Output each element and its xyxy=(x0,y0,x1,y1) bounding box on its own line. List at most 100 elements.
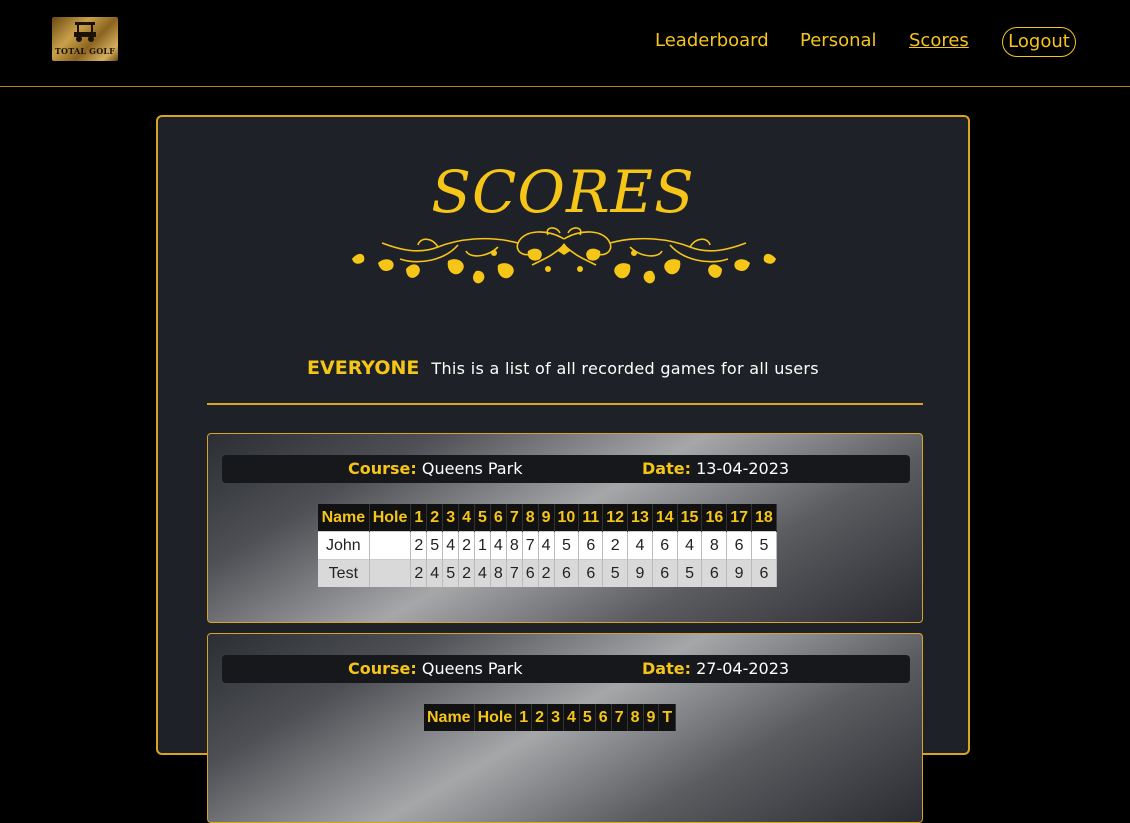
scores-panel: SCORES EVERYONE This is a list of all re… xyxy=(156,115,970,823)
hole-cell xyxy=(369,531,412,560)
column-header: 16 xyxy=(701,504,728,532)
score-cell: 7 xyxy=(506,559,523,587)
score-cell: 5 xyxy=(554,531,580,560)
course-label: Course: xyxy=(348,459,417,478)
column-header: 1 xyxy=(410,504,428,532)
score-cell: 2 xyxy=(458,559,475,587)
score-cell: 6 xyxy=(578,559,604,587)
score-cell: 2 xyxy=(410,559,428,587)
column-header: 17 xyxy=(726,504,753,532)
scorecard-header-row: Name Hole 1 2 3 4 5 6 7 8 9 T xyxy=(424,704,677,731)
course-info: Course: Queens Park xyxy=(348,655,522,683)
player-name-cell: John xyxy=(318,531,370,560)
score-cell: 7 xyxy=(522,531,539,560)
score-cell: 4 xyxy=(490,531,507,560)
logout-button[interactable]: Logout xyxy=(1002,27,1076,57)
score-cell: 4 xyxy=(474,559,491,587)
score-cell: 2 xyxy=(458,531,475,560)
column-header: 6 xyxy=(595,704,612,731)
date-info: Date: 27-04-2023 xyxy=(642,655,789,683)
column-header: Hole xyxy=(369,504,412,532)
score-cell: 4 xyxy=(426,559,444,587)
column-header: 10 xyxy=(554,504,580,532)
score-cell: 6 xyxy=(522,559,539,587)
score-cell: 5 xyxy=(751,531,777,560)
course-label: Course: xyxy=(348,659,417,678)
filter-description: This is a list of all recorded games for… xyxy=(431,359,819,378)
scorecard-header-row: Name Hole 1 2 3 4 5 6 7 8 9 10 11 12 13 14 15 16 17 18 xyxy=(318,504,777,532)
column-header: 14 xyxy=(652,504,678,532)
column-header: Hole xyxy=(474,704,517,731)
game-header: Course: Queens Park Date: 27-04-2023 xyxy=(222,655,910,683)
scorecard-table: Name Hole 1 2 3 4 5 6 7 8 9 T xyxy=(424,704,677,731)
column-header: T xyxy=(658,704,677,731)
score-cell: 4 xyxy=(627,531,653,560)
column-header: 11 xyxy=(578,504,604,532)
game-date: 27-04-2023 xyxy=(696,659,790,678)
score-cell: 1 xyxy=(474,531,491,560)
column-header: 18 xyxy=(751,504,777,532)
score-cell: 5 xyxy=(426,531,444,560)
nav-scores-link[interactable]: Scores xyxy=(909,30,969,52)
page-title: SCORES xyxy=(431,158,695,226)
top-navbar: TOTAL GOLF Leaderboard Personal Scores L… xyxy=(0,0,1130,87)
hole-cell xyxy=(369,559,412,587)
course-name: Queens Park xyxy=(421,459,523,478)
column-header: 15 xyxy=(677,504,703,532)
date-label: Date: xyxy=(642,459,691,478)
score-cell: 4 xyxy=(442,531,460,560)
score-cell: 9 xyxy=(726,559,753,587)
score-cell: 6 xyxy=(701,559,728,587)
column-header: 9 xyxy=(538,504,555,532)
column-header: 4 xyxy=(563,704,580,731)
score-cell: 6 xyxy=(652,559,678,587)
score-cell: 8 xyxy=(701,531,728,560)
game-card: Course: Queens Park Date: 13-04-2023 Nam… xyxy=(207,433,923,623)
score-cell: 6 xyxy=(652,531,678,560)
game-date: 13-04-2023 xyxy=(696,459,790,478)
table-row: Test 2 4 5 2 4 8 7 6 2 6 6 5 9 6 5 6 9 6 xyxy=(318,559,777,587)
column-header: 8 xyxy=(627,704,644,731)
score-cell: 6 xyxy=(554,559,580,587)
column-header: 4 xyxy=(458,504,475,532)
score-cell: 2 xyxy=(538,559,555,587)
flourish-ornament-icon xyxy=(352,227,776,284)
game-card: Course: Queens Park Date: 27-04-2023 Nam… xyxy=(207,633,923,823)
game-header: Course: Queens Park Date: 13-04-2023 xyxy=(222,455,910,483)
player-name-cell: Test xyxy=(318,559,370,587)
column-header: 13 xyxy=(627,504,653,532)
column-header: 5 xyxy=(579,704,596,731)
score-cell: 2 xyxy=(410,531,428,560)
filter-label: EVERYONE xyxy=(307,357,420,379)
column-header: 8 xyxy=(522,504,539,532)
score-cell: 4 xyxy=(677,531,703,560)
score-cell: 6 xyxy=(751,559,777,587)
column-header: 1 xyxy=(515,704,533,731)
column-header: 5 xyxy=(474,504,491,532)
column-header: 6 xyxy=(490,504,507,532)
column-header: 2 xyxy=(531,704,549,731)
column-header: 7 xyxy=(506,504,523,532)
score-cell: 4 xyxy=(538,531,555,560)
column-header: 3 xyxy=(547,704,564,731)
total-golf-logo[interactable]: TOTAL GOLF xyxy=(52,17,118,61)
score-cell: 5 xyxy=(602,559,629,587)
column-header: 12 xyxy=(602,504,629,532)
filter-intro: EVERYONE This is a list of all recorded g… xyxy=(158,357,968,379)
score-cell: 9 xyxy=(627,559,653,587)
score-cell: 6 xyxy=(578,531,604,560)
column-header: 9 xyxy=(643,704,660,731)
column-header: Name xyxy=(318,504,370,532)
score-cell: 2 xyxy=(602,531,629,560)
column-header: 2 xyxy=(426,504,444,532)
scorecard-table: Name Hole 1 2 3 4 5 6 7 8 9 10 11 12 13 14 15 16 17 18 John 2… xyxy=(318,504,777,587)
nav-leaderboard-link[interactable]: Leaderboard xyxy=(655,30,769,52)
date-info: Date: 13-04-2023 xyxy=(642,455,789,483)
score-cell: 5 xyxy=(442,559,460,587)
date-label: Date: xyxy=(642,659,691,678)
nav-personal-link[interactable]: Personal xyxy=(800,30,877,52)
column-header: 3 xyxy=(442,504,460,532)
logo-text: TOTAL GOLF xyxy=(54,46,116,56)
golf-cart-icon xyxy=(74,22,96,42)
score-cell: 5 xyxy=(677,559,703,587)
